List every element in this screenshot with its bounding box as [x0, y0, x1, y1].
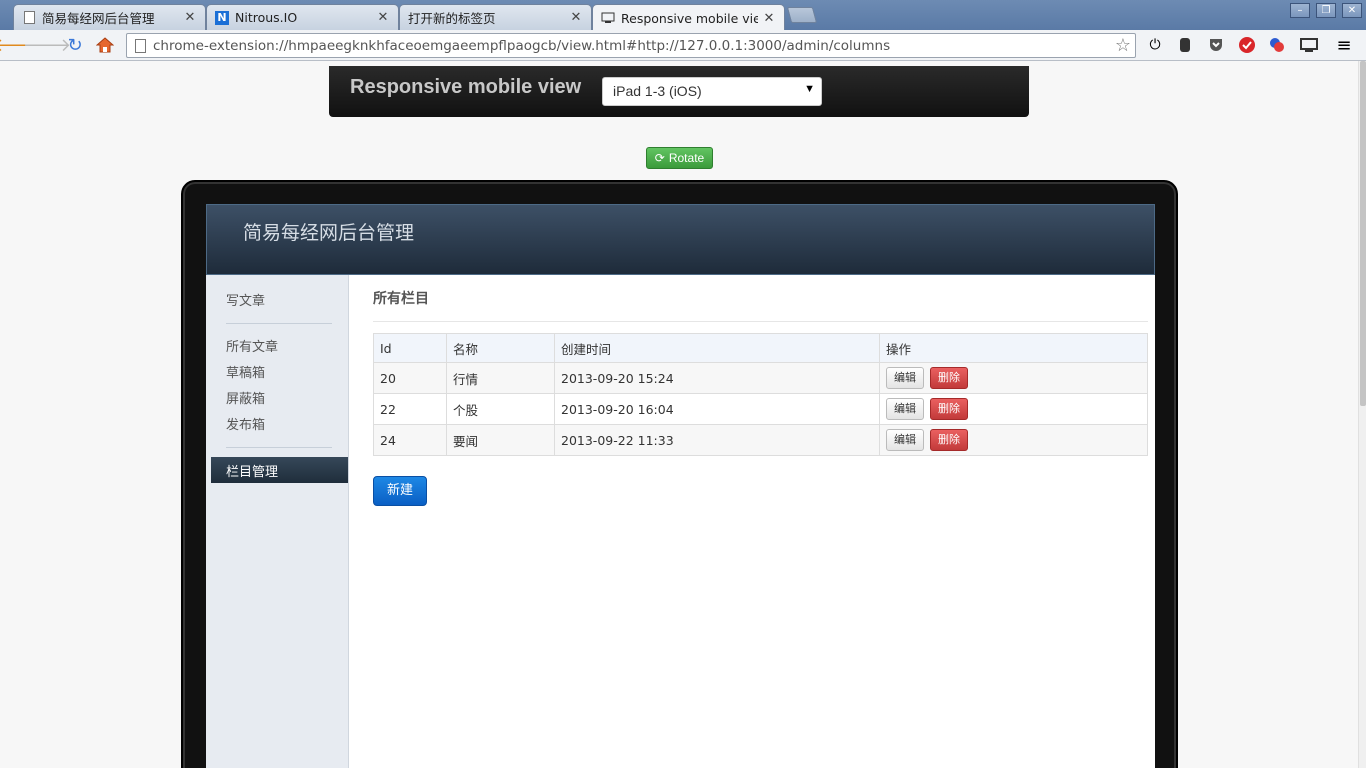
- sidebar-item-column-management[interactable]: 栏目管理: [211, 457, 348, 483]
- restore-icon[interactable]: ❐: [1316, 3, 1336, 18]
- reload-icon[interactable]: ↻: [64, 34, 86, 56]
- page-viewport: Responsive mobile view iPad 1-3 (iOS) ▼ …: [0, 61, 1358, 768]
- caret-down-icon: ▼: [804, 83, 815, 95]
- tab-title: 简易每经网后台管理: [42, 11, 155, 26]
- bookmark-star-icon[interactable]: ☆: [1115, 35, 1131, 56]
- cell-actions: 编辑 删除: [879, 393, 1148, 425]
- tab-title: Responsive mobile view: [621, 10, 758, 26]
- cell-actions: 编辑 删除: [879, 362, 1148, 394]
- sidebar: 写文章 所有文章 草稿箱 屏蔽箱 发布箱 栏目管理: [206, 275, 349, 768]
- rotate-label: Rotate: [668, 151, 705, 165]
- todoist-icon[interactable]: [1238, 36, 1256, 54]
- minimize-icon[interactable]: –: [1290, 3, 1310, 18]
- new-tab-button[interactable]: [786, 7, 818, 23]
- tab-title: Nitrous.IO: [235, 10, 298, 25]
- delete-button[interactable]: 删除: [929, 398, 968, 420]
- tab-responsive-view[interactable]: Responsive mobile view ✕: [592, 4, 785, 31]
- device-select-value: iPad 1-3 (iOS): [613, 83, 702, 99]
- cast-icon[interactable]: [1300, 36, 1318, 54]
- sidebar-item-all-articles[interactable]: 所有文章: [226, 336, 278, 355]
- sidebar-item-blocked[interactable]: 屏蔽箱: [226, 388, 265, 407]
- tab-admin[interactable]: 简易每经网后台管理 ✕: [13, 4, 206, 30]
- page-title: 所有栏目: [373, 291, 429, 307]
- extension-icon[interactable]: [1268, 36, 1286, 54]
- columns-table: Id 名称 创建时间 操作 20 行情 2013-09-20 15:24 编辑 …: [373, 333, 1148, 456]
- sidebar-item-drafts[interactable]: 草稿箱: [226, 362, 265, 381]
- close-icon[interactable]: ✕: [376, 10, 390, 25]
- sidebar-divider: [226, 323, 332, 324]
- home-icon[interactable]: [94, 34, 116, 56]
- sidebar-item-write[interactable]: 写文章: [226, 290, 265, 309]
- app-header: 简易每经网后台管理: [206, 204, 1155, 275]
- address-bar[interactable]: chrome-extension://hmpaeegknkhfaceoemgae…: [126, 33, 1136, 58]
- cell-actions: 编辑 删除: [879, 424, 1148, 456]
- col-header-created: 创建时间: [554, 333, 880, 363]
- edit-button[interactable]: 编辑: [886, 429, 924, 451]
- cell-created: 2013-09-22 11:33: [554, 424, 880, 456]
- cell-name: 要闻: [446, 424, 555, 456]
- table-row: 22 个股 2013-09-20 16:04 编辑 删除: [373, 393, 1148, 425]
- url-text: chrome-extension://hmpaeegknkhfaceoemgae…: [153, 37, 891, 54]
- rotate-icon: ⟳: [654, 151, 665, 165]
- rotate-button[interactable]: ⟳ Rotate: [646, 147, 713, 169]
- nitrous-icon: N: [215, 10, 229, 25]
- tab-nitrous[interactable]: N Nitrous.IO ✕: [206, 4, 399, 30]
- browser-toolbar: 🡐 🡒 ↻ chrome-extension://hmpaeegknkhface…: [0, 30, 1366, 61]
- menu-icon[interactable]: ≡: [1335, 35, 1353, 56]
- tab-title: 打开新的标签页: [408, 11, 496, 26]
- tab-new-tab[interactable]: 打开新的标签页 ✕: [399, 4, 592, 30]
- close-window-icon[interactable]: ✕: [1342, 3, 1362, 18]
- responsive-view-title: Responsive mobile view: [350, 76, 582, 98]
- new-column-button[interactable]: 新建: [373, 476, 427, 506]
- cell-created: 2013-09-20 16:04: [554, 393, 880, 425]
- col-header-actions: 操作: [879, 333, 1148, 363]
- cell-id: 24: [373, 424, 447, 456]
- title-divider: [373, 321, 1148, 322]
- responsive-icon: [601, 11, 615, 25]
- delete-button[interactable]: 删除: [929, 367, 968, 389]
- device-select[interactable]: iPad 1-3 (iOS) ▼: [602, 77, 822, 106]
- cell-name: 行情: [446, 362, 555, 394]
- table-row: 24 要闻 2013-09-22 11:33 编辑 删除: [373, 424, 1148, 456]
- close-icon[interactable]: ✕: [183, 10, 197, 25]
- col-header-id: Id: [373, 333, 447, 363]
- page-icon: [22, 11, 36, 25]
- table-header-row: Id 名称 创建时间 操作: [373, 333, 1148, 363]
- page-icon: [135, 39, 146, 53]
- close-icon[interactable]: ✕: [762, 11, 776, 26]
- cell-id: 20: [373, 362, 447, 394]
- sidebar-divider: [226, 447, 332, 448]
- responsive-view-header: Responsive mobile view iPad 1-3 (iOS) ▼: [329, 66, 1029, 117]
- col-header-name: 名称: [446, 333, 555, 363]
- power-icon[interactable]: ⏻: [1146, 36, 1164, 54]
- delete-button[interactable]: 删除: [929, 429, 968, 451]
- cell-id: 22: [373, 393, 447, 425]
- evernote-icon[interactable]: [1176, 36, 1194, 54]
- device-screen: 简易每经网后台管理 写文章 所有文章 草稿箱 屏蔽箱 发布箱 栏目管理 所有栏目: [206, 204, 1155, 768]
- tab-strip: 简易每经网后台管理 ✕ N Nitrous.IO ✕ 打开新的标签页 ✕ Res…: [0, 0, 1366, 31]
- device-frame: 简易每经网后台管理 写文章 所有文章 草稿箱 屏蔽箱 发布箱 栏目管理 所有栏目: [181, 180, 1178, 768]
- page-scrollbar[interactable]: [1358, 61, 1366, 768]
- table-row: 20 行情 2013-09-20 15:24 编辑 删除: [373, 362, 1148, 394]
- cell-created: 2013-09-20 15:24: [554, 362, 880, 394]
- close-icon[interactable]: ✕: [569, 10, 583, 25]
- pocket-icon[interactable]: [1207, 36, 1225, 54]
- sidebar-item-published[interactable]: 发布箱: [226, 414, 265, 433]
- app-title[interactable]: 简易每经网后台管理: [243, 218, 414, 245]
- scrollbar-thumb[interactable]: [1360, 61, 1366, 406]
- edit-button[interactable]: 编辑: [886, 367, 924, 389]
- edit-button[interactable]: 编辑: [886, 398, 924, 420]
- cell-name: 个股: [446, 393, 555, 425]
- forward-icon[interactable]: 🡒: [23, 34, 71, 56]
